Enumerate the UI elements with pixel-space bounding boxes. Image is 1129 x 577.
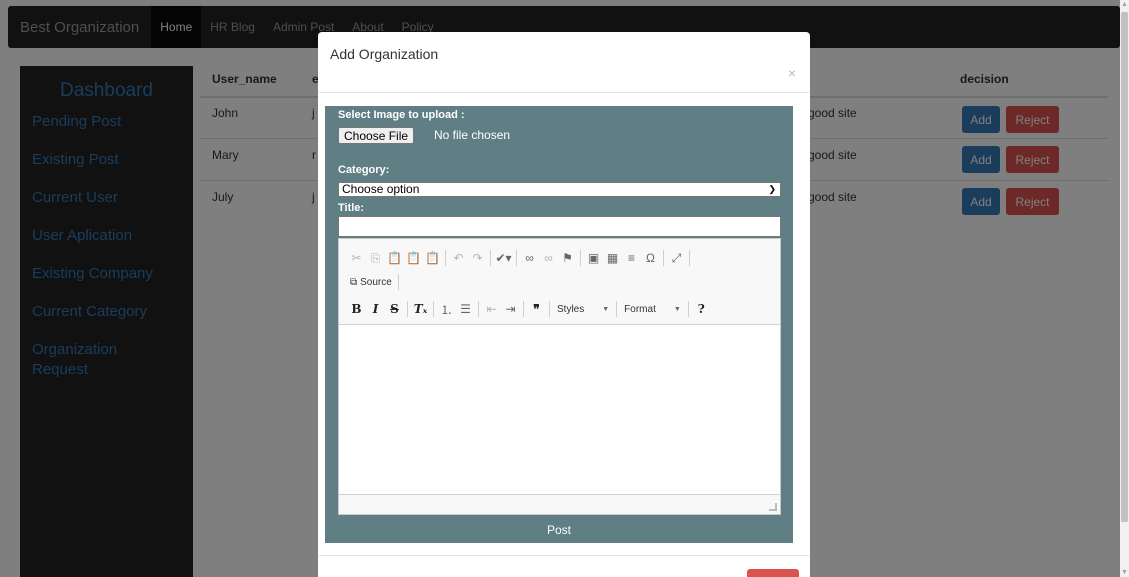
paste-icon[interactable]: 📋 [385,249,404,267]
toolbar-separator [689,250,690,266]
add-organization-modal: Add Organization × Select Image to uploa… [318,32,810,577]
image-upload-label: Select Image to upload : [338,109,465,121]
source-label: Source [360,276,392,288]
title-label: Title: [338,202,365,214]
copy-icon[interactable]: ⎘ [366,249,385,267]
paste-word-icon[interactable]: 📋 [423,249,442,267]
file-status: No file chosen [434,128,511,142]
modal-footer-divider [318,555,810,556]
unlink-icon[interactable]: ∞ [539,249,558,267]
maximize-icon[interactable]: ⤢ [667,249,686,267]
toolbar-separator [445,250,446,266]
outdent-icon[interactable]: ⇤ [482,300,501,318]
post-button[interactable]: Post [325,523,793,537]
styles-dropdown[interactable]: Styles ▼ [553,304,613,315]
undo-icon[interactable]: ↶ [449,249,468,267]
bold-icon[interactable]: B [347,300,366,318]
toolbar-separator [478,301,479,317]
paste-text-icon[interactable]: 📋 [404,249,423,267]
toolbar-separator [687,301,689,317]
modal-title: Add Organization [330,46,439,62]
source-button[interactable]: ⧉ Source [347,277,395,288]
title-input[interactable] [338,216,781,237]
numbered-list-icon[interactable]: ⒈ [437,300,456,318]
toolbar-row: ✂ ⎘ 📋 📋 📋 ↶ ↷ ✔▾ ∞ ∞ ⚑ ▣ ▦ ≡ Ω ⤢ [347,249,693,267]
organization-form: Select Image to upload : Choose File No … [325,106,793,543]
category-select[interactable]: Choose option ❯ [338,182,781,197]
link-icon[interactable]: ∞ [520,249,539,267]
special-char-icon[interactable]: Ω [641,249,660,267]
toolbar-separator [663,250,664,266]
chevron-down-icon: ▼ [673,305,681,313]
editor-footer [339,494,780,514]
help-icon[interactable]: ? [692,300,711,318]
chevron-down-icon: ▼ [602,305,610,313]
source-icon: ⧉ [350,276,358,288]
category-label: Category: [338,164,390,176]
toolbar-separator [523,301,524,317]
italic-icon[interactable]: I [366,300,385,318]
scroll-up-icon[interactable]: ▲ [1121,1,1128,8]
editor-content-area[interactable] [339,326,780,494]
strikethrough-icon[interactable]: S [385,300,404,318]
format-label: Format [624,303,656,315]
resize-grip-icon[interactable] [769,503,777,511]
toolbar-separator [397,274,399,290]
table-icon[interactable]: ▦ [603,249,622,267]
toolbar-separator [616,301,618,317]
choose-file-button[interactable]: Choose File [338,127,415,144]
horizontal-rule-icon[interactable]: ≡ [622,249,641,267]
toolbar-separator [580,250,581,266]
spellcheck-icon[interactable]: ✔▾ [494,249,513,267]
page-scrollbar[interactable]: ▲ ▼ [1120,0,1129,577]
toolbar-separator [516,250,517,266]
scroll-thumb[interactable] [1121,12,1128,522]
close-icon[interactable]: × [788,65,796,81]
toolbar-separator [549,301,550,317]
toolbar-separator [490,250,491,266]
indent-icon[interactable]: ⇥ [501,300,520,318]
modal-header: Add Organization × [318,32,810,93]
scroll-down-icon[interactable]: ▼ [1121,569,1128,576]
toolbar-row: B I S Tₓ ⒈ ☰ ⇤ ⇥ ❞ Styles ▼ Format ▼ ? [347,300,711,318]
remove-format-icon[interactable]: Tₓ [411,300,430,318]
image-icon[interactable]: ▣ [584,249,603,267]
toolbar-separator [433,301,434,317]
toolbar-row: ⧉ Source [347,274,402,290]
styles-label: Styles [557,303,585,315]
category-select-value: Choose option [342,182,420,196]
blockquote-icon[interactable]: ❞ [527,300,546,318]
format-dropdown[interactable]: Format ▼ [620,304,685,315]
bulleted-list-icon[interactable]: ☰ [456,300,475,318]
cut-icon[interactable]: ✂ [347,249,366,267]
modal-footer-button[interactable] [747,569,799,577]
anchor-flag-icon[interactable]: ⚑ [558,249,577,267]
redo-icon[interactable]: ↷ [468,249,487,267]
editor-toolbar: ✂ ⎘ 📋 📋 📋 ↶ ↷ ✔▾ ∞ ∞ ⚑ ▣ ▦ ≡ Ω ⤢ ⧉ Sourc… [339,239,780,325]
rich-text-editor: ✂ ⎘ 📋 📋 📋 ↶ ↷ ✔▾ ∞ ∞ ⚑ ▣ ▦ ≡ Ω ⤢ ⧉ Sourc… [338,238,781,515]
toolbar-separator [407,301,408,317]
chevron-down-icon: ❯ [768,184,776,194]
